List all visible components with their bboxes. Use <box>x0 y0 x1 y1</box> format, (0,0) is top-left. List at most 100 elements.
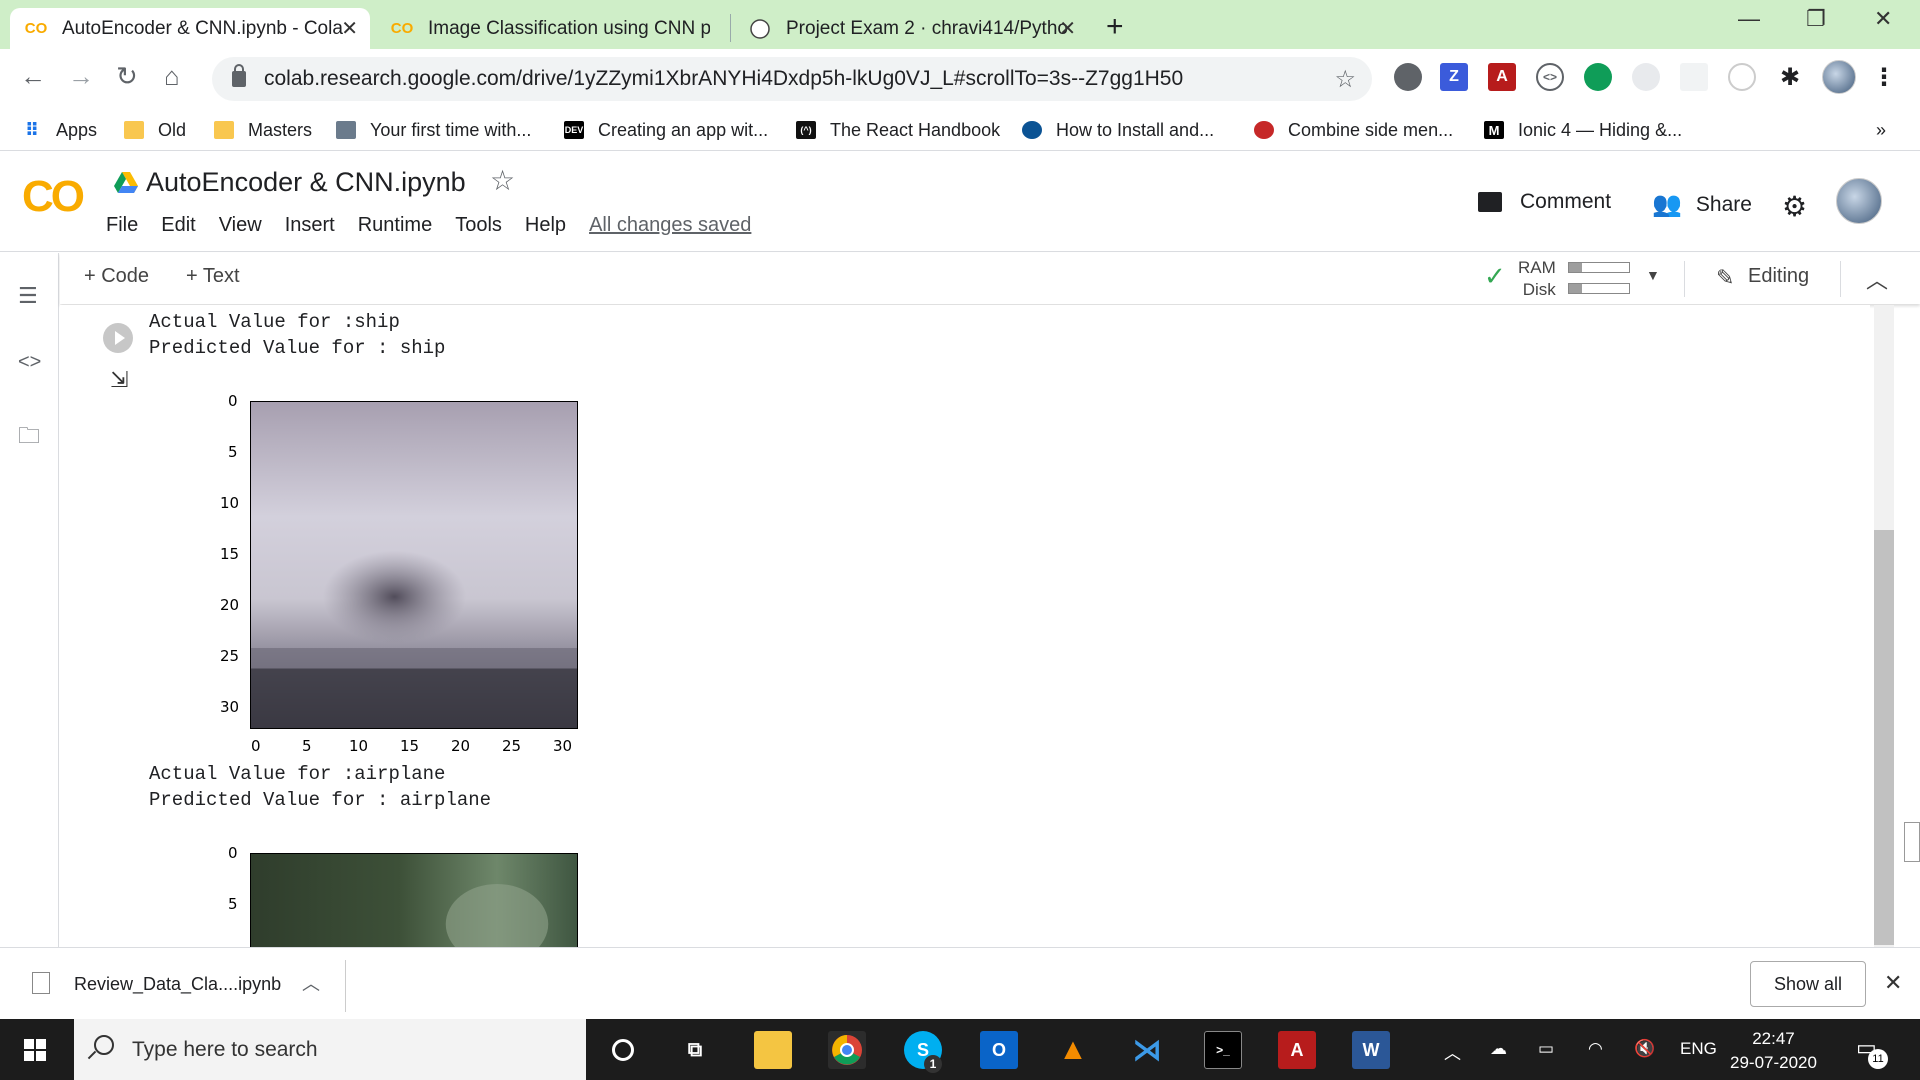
tab-image-classification[interactable]: CO Image Classification using CNN p <box>376 8 730 49</box>
vscode-icon[interactable]: ⋊ <box>1128 1031 1166 1069</box>
extension-blank-icon[interactable] <box>1680 63 1708 91</box>
tab-project-exam[interactable]: Project Exam 2 · chravi414/Pytho ✕ <box>734 8 1088 49</box>
download-options-chevron-icon[interactable]: ︿ <box>302 970 320 996</box>
code-snippets-icon[interactable]: <> <box>18 351 41 374</box>
colab-logo[interactable]: CO <box>22 172 85 222</box>
show-hidden-icons-chevron[interactable]: ︿ <box>1444 1039 1461 1064</box>
bookmark-label: The React Handbook <box>830 119 1001 140</box>
home-icon[interactable]: ⌂ <box>164 61 180 92</box>
close-window-icon[interactable]: ✕ <box>1874 6 1892 32</box>
language-indicator[interactable]: ENG <box>1680 1039 1717 1059</box>
bookmark-how-to-install[interactable]: How to Install and... <box>1022 115 1214 145</box>
extension-flower-icon[interactable] <box>1632 63 1660 91</box>
tab-autoencoder[interactable]: CO AutoEncoder & CNN.ipynb - Cola ✕ <box>10 8 370 49</box>
menu-edit[interactable]: Edit <box>161 214 195 237</box>
battery-icon[interactable]: ▭ <box>1538 1039 1554 1059</box>
bookmark-combine-side[interactable]: Combine side men... <box>1254 115 1453 145</box>
bookmark-folder-masters[interactable]: Masters <box>214 115 312 145</box>
bookmark-dev[interactable]: DEV Creating an app wit... <box>564 115 768 145</box>
outlook-icon[interactable]: O <box>980 1031 1018 1069</box>
scrollbar-thumb[interactable] <box>1874 530 1894 945</box>
bookmark-first-time[interactable]: Your first time with... <box>336 115 531 145</box>
x-tick-label: 20 <box>451 737 471 755</box>
back-arrow-icon[interactable]: ← <box>20 61 46 92</box>
wifi-icon[interactable]: ◠ <box>1588 1039 1603 1059</box>
download-file-name[interactable]: Review_Data_Cla....ipynb <box>74 974 281 995</box>
y-tick-label: 5 <box>228 443 238 461</box>
colab-favicon-icon: CO <box>390 20 414 37</box>
collapse-header-chevron-icon[interactable]: ︿ <box>1866 263 1888 295</box>
page-scroll-marker[interactable] <box>1904 822 1920 862</box>
minimize-window-icon[interactable]: — <box>1738 6 1760 32</box>
show-all-downloads-button[interactable]: Show all <box>1750 961 1866 1007</box>
bookmark-apps[interactable]: ⠿ Apps <box>22 115 97 145</box>
new-tab-button[interactable]: + <box>1106 10 1124 44</box>
share-button[interactable]: 👥 Share <box>1652 190 1752 219</box>
google-drive-icon <box>114 172 138 193</box>
onedrive-cloud-icon[interactable]: ☁ <box>1490 1039 1507 1059</box>
run-cell-button[interactable] <box>103 323 133 353</box>
star-notebook-icon[interactable]: ☆ <box>490 164 515 197</box>
extensions-puzzle-icon[interactable]: ✱ <box>1776 63 1804 91</box>
menu-runtime[interactable]: Runtime <box>358 214 432 237</box>
restore-window-icon[interactable]: ❐ <box>1806 6 1826 32</box>
extension-circle-icon[interactable] <box>1394 63 1422 91</box>
menu-tools[interactable]: Tools <box>455 214 502 237</box>
dev-icon: DEV <box>564 121 584 139</box>
profile-avatar[interactable] <box>1822 60 1856 94</box>
menu-help[interactable]: Help <box>525 214 566 237</box>
runtime-dropdown-icon[interactable]: ▼ <box>1646 267 1660 283</box>
bookmark-folder-old[interactable]: Old <box>124 115 186 145</box>
files-folder-icon[interactable]: 🗀 <box>18 419 40 457</box>
resource-labels[interactable]: RAM Disk <box>1518 257 1556 301</box>
toolbar-divider <box>1684 261 1685 297</box>
address-bar[interactable]: colab.research.google.com/drive/1yZZymi1… <box>212 57 1372 101</box>
word-icon[interactable]: W <box>1352 1031 1390 1069</box>
menu-insert[interactable]: Insert <box>285 214 335 237</box>
cell-output-area[interactable]: ⇲ Actual Value for :ship Predicted Value… <box>60 305 1870 947</box>
bookmark-ionic[interactable]: M Ionic 4 — Hiding &... <box>1484 115 1682 145</box>
reload-icon[interactable]: ↻ <box>116 61 138 92</box>
output-scrollbar[interactable] <box>1874 305 1894 947</box>
bookmarks-overflow-button[interactable]: » <box>1876 115 1886 145</box>
chrome-taskbar-icon[interactable] <box>828 1031 866 1069</box>
notebook-title[interactable]: AutoEncoder & CNN.ipynb <box>146 167 466 198</box>
extension-grammarly-icon[interactable] <box>1584 63 1612 91</box>
vlc-icon[interactable]: ▲ <box>1054 1031 1092 1069</box>
taskbar-search-box[interactable]: Type here to search <box>74 1019 586 1080</box>
menu-file[interactable]: File <box>106 214 138 237</box>
add-code-cell-button[interactable]: + Code <box>84 265 149 288</box>
windows-start-icon[interactable] <box>24 1039 46 1061</box>
editing-mode-button[interactable]: Editing <box>1748 265 1809 288</box>
save-status[interactable]: All changes saved <box>589 214 751 237</box>
add-text-cell-button[interactable]: + Text <box>186 265 240 288</box>
comment-button[interactable]: Comment <box>1478 190 1611 214</box>
bookmark-react-handbook[interactable]: (^) The React Handbook <box>796 115 1000 145</box>
close-shelf-icon[interactable]: ✕ <box>1884 970 1902 996</box>
search-placeholder: Type here to search <box>132 1037 318 1061</box>
terminal-icon[interactable]: >_ <box>1204 1031 1242 1069</box>
x-tick-label: 25 <box>502 737 522 755</box>
system-clock[interactable]: 22:47 29-07-2020 <box>1730 1027 1817 1075</box>
extension-z-icon[interactable]: Z <box>1440 63 1468 91</box>
settings-gear-icon[interactable]: ⚙ <box>1782 190 1807 223</box>
extension-code-icon[interactable]: <> <box>1536 63 1564 91</box>
output-actions-icon[interactable]: ⇲ <box>110 367 128 393</box>
forward-arrow-icon[interactable]: → <box>68 61 94 92</box>
y-tick-label: 20 <box>220 596 240 614</box>
task-view-icon[interactable]: ⧉ <box>676 1031 714 1069</box>
cortana-icon[interactable] <box>604 1031 642 1069</box>
bookmark-star-icon[interactable]: ☆ <box>1334 65 1356 94</box>
extension-ring-icon[interactable] <box>1728 63 1756 91</box>
chrome-menu-icon[interactable]: ⋮ <box>1870 63 1898 91</box>
volume-muted-icon[interactable]: 🔇 <box>1634 1039 1655 1059</box>
colab-profile-avatar[interactable] <box>1836 178 1882 224</box>
acrobat-icon[interactable]: A <box>1278 1031 1316 1069</box>
extension-pdf-icon[interactable]: A <box>1488 63 1516 91</box>
close-tab-icon[interactable]: ✕ <box>1059 16 1076 41</box>
file-explorer-icon[interactable] <box>754 1031 792 1069</box>
close-tab-icon[interactable]: ✕ <box>341 16 358 41</box>
table-of-contents-icon[interactable]: ☰ <box>18 283 38 309</box>
menu-view[interactable]: View <box>219 214 262 237</box>
overflow-label: » <box>1876 119 1887 140</box>
